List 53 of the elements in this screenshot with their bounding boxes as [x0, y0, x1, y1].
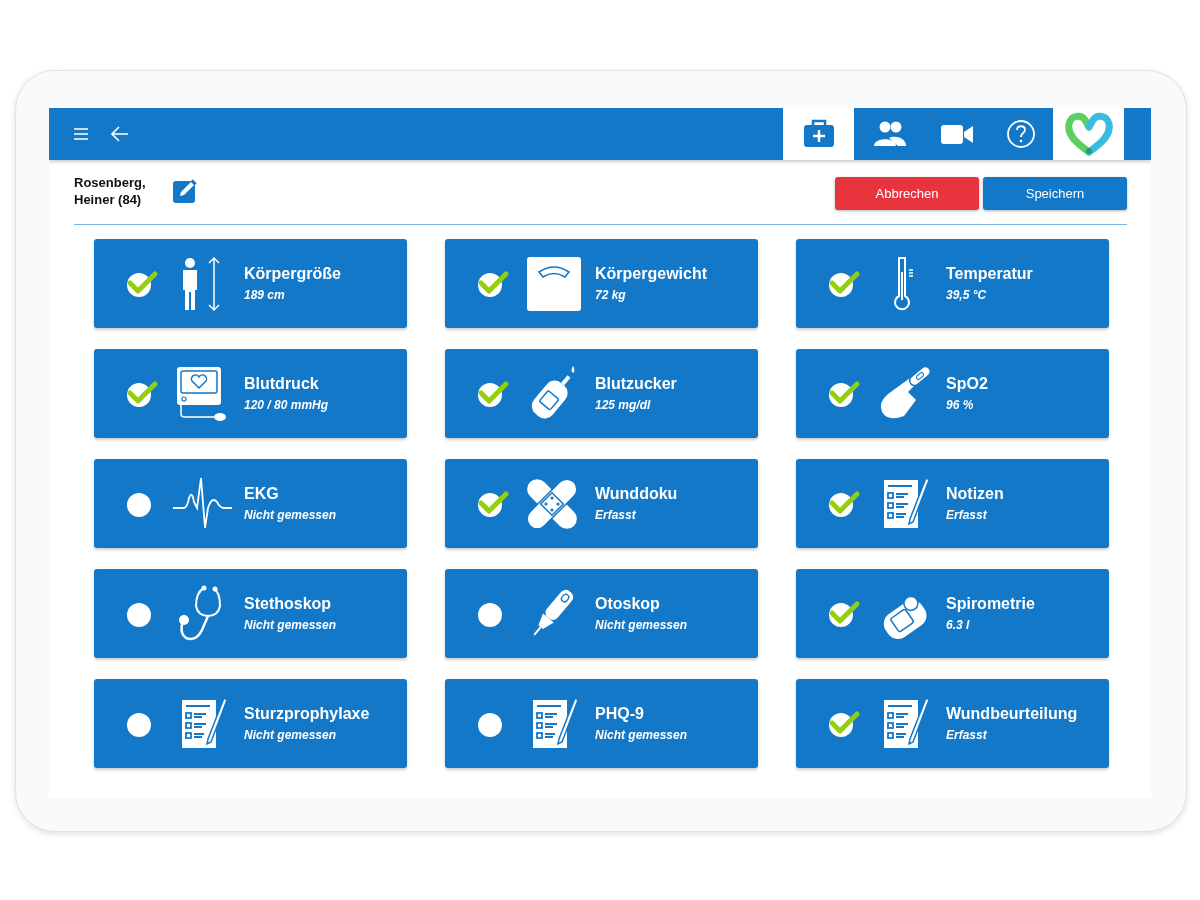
measurement-value: Erfasst [595, 508, 637, 522]
measurement-title: EKG [244, 485, 280, 503]
measurement-title: Körpergewicht [595, 265, 707, 283]
measurement-value: Nicht gemessen [244, 618, 337, 632]
heart-logo-icon [1064, 112, 1113, 156]
measurement-card[interactable]: Wunddoku Erfasst [445, 459, 758, 548]
measurement-card[interactable]: EKG Nicht gemessen [94, 459, 407, 548]
measurement-card[interactable]: Körpergröße 189 cm [94, 239, 407, 328]
measurement-title: Spirometrie [946, 595, 1035, 613]
measurement-card[interactable]: Otoskop Nicht gemessen [445, 569, 758, 658]
measurement-value: Erfasst [946, 508, 988, 522]
patient-name: Rosenberg, Heiner (84) [74, 174, 147, 208]
measurement-title: Otoskop [595, 595, 661, 613]
measurement-value: Nicht gemessen [595, 618, 688, 632]
measurement-title: Stethoskop [244, 595, 333, 613]
measurement-title: Wunddoku [595, 485, 678, 503]
measurement-value: 39,5 °C [946, 288, 988, 302]
measurement-value: 6.3 l [946, 618, 971, 632]
measurement-value: Nicht gemessen [244, 728, 338, 742]
menu-icon[interactable] [73, 128, 89, 140]
save-button[interactable]: Speichern [983, 177, 1127, 210]
measurement-value: 96 % [946, 398, 975, 412]
measurement-card[interactable]: Temperatur 39,5 °C [796, 239, 1109, 328]
measurement-title: Blutdruck [244, 375, 320, 393]
measurement-card[interactable]: PHQ-9 Nicht gemessen [445, 679, 758, 768]
measurement-title: SpO2 [946, 375, 988, 393]
measurement-value: Nicht gemessen [244, 508, 337, 522]
measurement-card[interactable]: Blutzucker 125 mg/dl [445, 349, 758, 438]
measurement-title: Notizen [946, 485, 1004, 503]
measurement-card[interactable]: Sturzprophylaxe Nicht gemessen [94, 679, 407, 768]
measurement-card[interactable]: Spirometrie 6.3 l [796, 569, 1109, 658]
measurement-value: 72 kg [595, 288, 627, 302]
measurement-card[interactable]: Notizen Erfasst [796, 459, 1109, 548]
measurement-card[interactable]: Wundbeurteilung Erfasst [796, 679, 1109, 768]
measurement-card[interactable]: SpO2 96 % [796, 349, 1109, 438]
measurement-card[interactable]: Körpergewicht 72 kg [445, 239, 758, 328]
measurement-title: Körpergröße [244, 265, 341, 283]
measurement-card[interactable]: Stethoskop Nicht gemessen [94, 569, 407, 658]
back-arrow-icon[interactable] [111, 126, 129, 142]
measurement-title: Blutzucker [595, 375, 677, 393]
measurement-value: Erfasst [946, 728, 988, 742]
cancel-button[interactable]: Abbrechen [835, 177, 979, 210]
edit-icon[interactable] [172, 178, 198, 204]
measurement-title: Sturzprophylaxe [244, 705, 370, 723]
measurement-value: Nicht gemessen [595, 728, 688, 742]
measurement-value: 120 / 80 mmHg [244, 398, 329, 412]
measurement-value: 189 cm [244, 288, 286, 302]
measurement-value: 125 mg/dl [595, 398, 652, 412]
toolbar-tab[interactable] [783, 108, 854, 160]
measurement-title: Temperatur [946, 265, 1033, 283]
measurement-title: Wundbeurteilung [946, 705, 1078, 723]
measurement-title: PHQ-9 [595, 705, 645, 723]
measurement-card[interactable]: Blutdruck 120 / 80 mmHg [94, 349, 407, 438]
